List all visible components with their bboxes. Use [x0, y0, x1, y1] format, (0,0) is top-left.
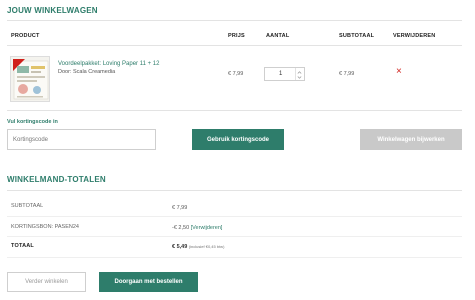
column-remove: VERWIJDEREN	[393, 33, 436, 39]
remove-coupon-link[interactable]: [Verwijderen]	[191, 225, 223, 231]
update-cart-button[interactable]: Winkelwagen bijwerken	[360, 129, 462, 150]
column-subtotal: SUBTOTAAL	[339, 33, 375, 39]
divider	[7, 190, 462, 191]
discount-label: KORTINGSBON: PASEN24	[11, 224, 79, 230]
totals-title: WINKELMAND-TOTALEN	[7, 175, 106, 184]
discount-value: -€ 2,50	[172, 225, 190, 231]
checkout-button[interactable]: Doorgaan met bestellen	[99, 272, 198, 292]
product-subtotal: € 7,99	[339, 71, 355, 77]
coupon-input[interactable]: Kortingscode	[7, 129, 156, 150]
total-value: € 5,49	[172, 244, 188, 250]
total-label: TOTAAL	[11, 243, 34, 249]
chevron-down-icon[interactable]	[297, 76, 302, 79]
coupon-placeholder: Kortingscode	[13, 136, 49, 143]
divider	[7, 236, 462, 237]
quantity-value[interactable]: 1	[279, 71, 282, 77]
continue-shopping-button[interactable]: Verder winkelen	[7, 272, 86, 292]
column-price: PRIJS	[228, 33, 245, 39]
divider	[7, 110, 462, 111]
divider	[7, 45, 462, 46]
discount-row: -€ 2,50 [Verwijderen]	[172, 225, 222, 231]
divider	[7, 20, 462, 21]
quantity-spinner[interactable]	[295, 68, 303, 80]
apply-coupon-button[interactable]: Gebruik kortingscode	[192, 129, 284, 150]
subtotal-value: € 7,99	[172, 205, 188, 211]
product-publisher: Door: Scala Creamedia	[58, 69, 116, 75]
chevron-up-icon[interactable]	[297, 71, 302, 74]
quantity-stepper[interactable]: 1	[264, 67, 305, 81]
product-image	[13, 59, 49, 100]
subtotal-label: SUBTOTAAL	[11, 203, 44, 209]
divider	[7, 216, 462, 217]
total-tax-note: (inclusief €0,45 btw)	[188, 244, 225, 249]
cart-title: JOUW WINKELWAGEN	[7, 6, 98, 15]
column-product: PRODUCT	[11, 33, 40, 39]
close-icon[interactable]: ×	[396, 67, 402, 77]
product-price: € 7,99	[228, 71, 244, 77]
total-row: € 5,49 (inclusief €0,45 btw)	[172, 244, 224, 250]
column-quantity: AANTAL	[266, 33, 290, 39]
product-name-link[interactable]: Voordeelpakket: Loving Paper 11 + 12	[58, 61, 159, 67]
product-thumbnail[interactable]	[10, 56, 50, 102]
divider	[7, 257, 462, 258]
coupon-label: Vul kortingscode in	[7, 119, 58, 125]
